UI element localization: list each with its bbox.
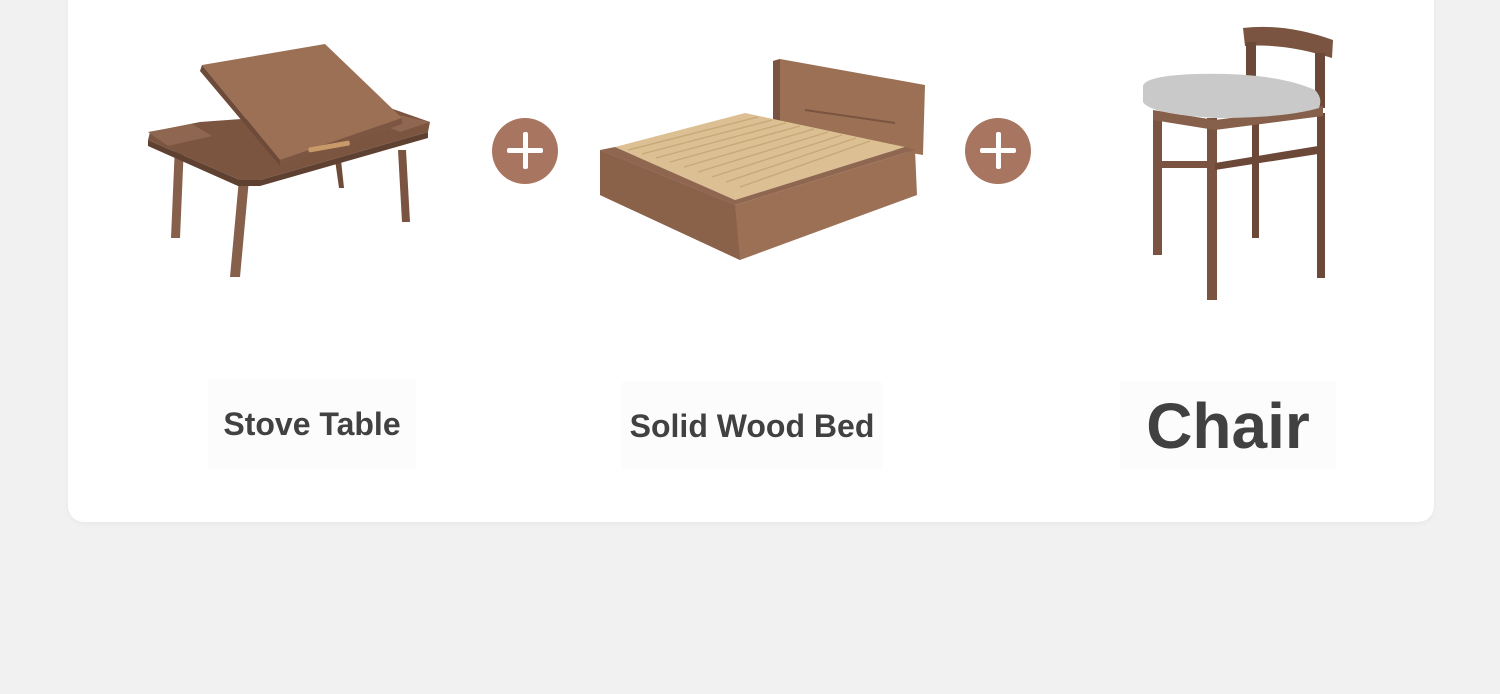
product-label-stove-table: Stove Table — [208, 378, 416, 470]
bed-image[interactable] — [595, 55, 930, 265]
stove-table-image[interactable] — [140, 40, 440, 285]
plus-icon — [965, 118, 1031, 184]
product-label-solid-wood-bed: Solid Wood Bed — [622, 382, 882, 470]
plus-icon — [492, 118, 558, 184]
product-name: Chair — [1146, 390, 1310, 462]
product-name: Stove Table — [223, 405, 401, 442]
product-label-chair: Chair — [1120, 382, 1336, 470]
product-name: Solid Wood Bed — [629, 407, 875, 444]
chair-image[interactable] — [1135, 18, 1340, 308]
